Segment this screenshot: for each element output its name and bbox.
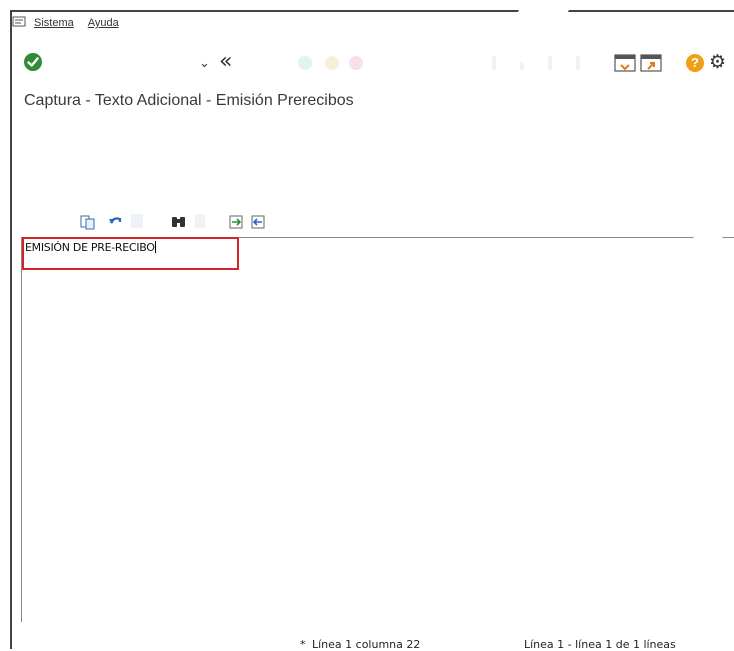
exit-icon — [298, 56, 312, 70]
page-icon — [548, 56, 552, 70]
line-count-status: Línea 1 - línea 1 de 1 líneas — [524, 638, 676, 651]
cursor-position-status: Línea 1 columna 22 — [312, 638, 421, 651]
page-title: Captura - Texto Adicional - Emisión Prer… — [24, 92, 354, 109]
new-window-icon[interactable] — [614, 53, 636, 78]
check-icon[interactable] — [24, 53, 42, 71]
page-last-icon — [576, 56, 580, 70]
editor-text: EMISIÓN DE PRE-RECIBO — [25, 241, 155, 254]
print-icon — [492, 56, 496, 70]
menu-bar: Sistema Ayuda — [12, 12, 119, 34]
dropdown-arrow-icon[interactable]: ⌄ — [199, 55, 210, 71]
redo-icon — [131, 214, 143, 228]
text-editor[interactable] — [21, 237, 734, 622]
export-icon[interactable] — [250, 214, 266, 230]
menu-item-sistema[interactable]: Sistema — [34, 17, 74, 29]
back-icon — [325, 56, 339, 70]
import-icon[interactable] — [228, 214, 244, 230]
text-caret — [154, 241, 156, 253]
find-next-icon — [195, 214, 205, 228]
undo-icon[interactable] — [107, 214, 125, 230]
binoculars-icon[interactable] — [170, 214, 188, 230]
cancel-icon — [349, 56, 363, 70]
help-icon[interactable]: ? — [686, 54, 704, 72]
menu-icon[interactable] — [12, 16, 26, 30]
copy-icon[interactable] — [79, 214, 95, 230]
menu-item-ayuda[interactable]: Ayuda — [88, 17, 119, 29]
back-double-arrow-icon[interactable]: « — [219, 49, 232, 74]
modified-marker: * — [300, 638, 306, 651]
settings-icon[interactable]: ⚙ — [709, 51, 726, 74]
editor-text-line[interactable]: EMISIÓN DE PRE-RECIBO — [25, 241, 156, 254]
shortcut-icon[interactable] — [640, 53, 662, 78]
